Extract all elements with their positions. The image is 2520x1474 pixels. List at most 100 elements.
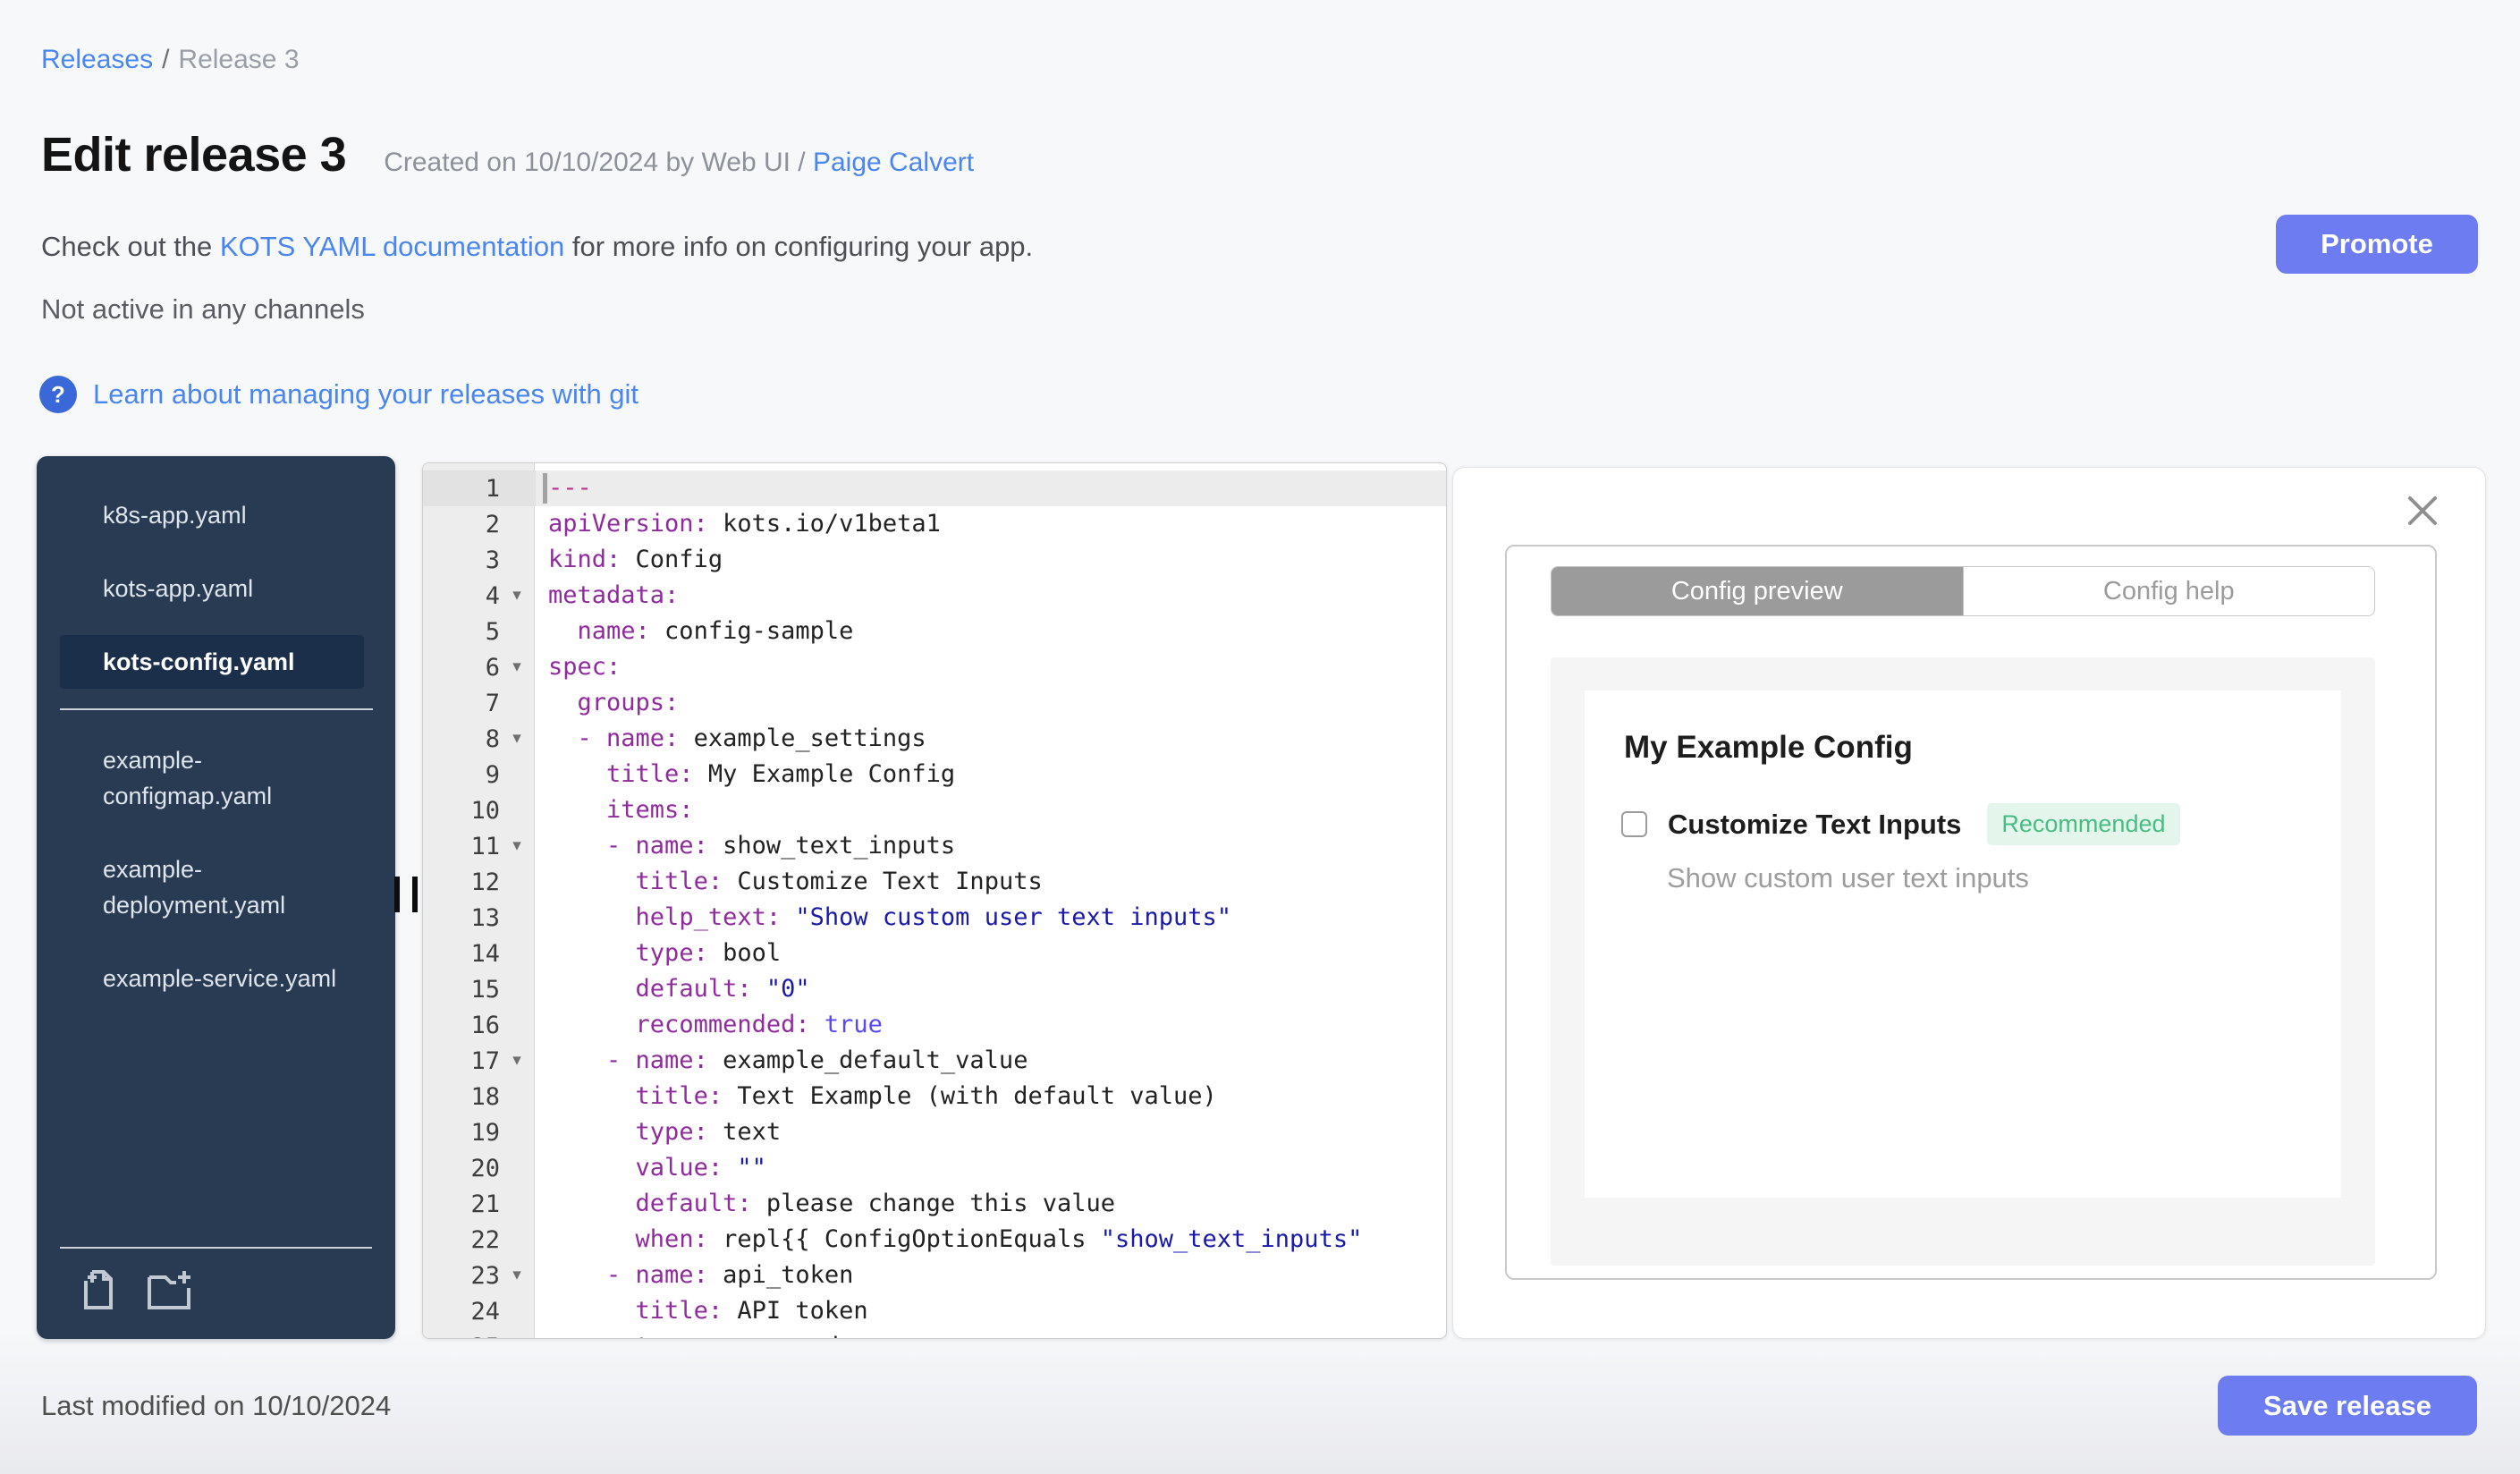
sidebar-file-k8s-app.yaml[interactable]: k8s-app.yaml	[60, 488, 364, 542]
text-cursor	[543, 473, 547, 504]
channel-status: Not active in any channels	[41, 293, 365, 325]
git-help-label: Learn about managing your releases with …	[93, 378, 639, 410]
editor-line-19[interactable]: 19 type: text	[423, 1114, 1446, 1150]
code-text: default: please change this value	[635, 1190, 1115, 1217]
config-item-label: Customize Text Inputs	[1668, 808, 1962, 840]
tab-config-preview[interactable]: Config preview	[1552, 567, 1963, 615]
editor-line-5[interactable]: 5 name: config-sample	[423, 614, 1446, 649]
editor-line-11[interactable]: 11 ▾ - name: show_text_inputs	[423, 828, 1446, 864]
fold-arrow-icon[interactable]: ▾	[500, 1258, 534, 1293]
code-text: - name: example_default_value	[606, 1046, 1028, 1074]
code-text: recommended: true	[635, 1011, 883, 1038]
created-text: Created on 10/10/2024 by Web UI /	[384, 148, 806, 177]
line-number: 6 ▾	[423, 649, 536, 685]
close-icon[interactable]	[2405, 493, 2440, 529]
save-release-button[interactable]: Save release	[2218, 1376, 2477, 1436]
fold-arrow-icon[interactable]: ▾	[500, 828, 534, 864]
add-file-icon[interactable]	[78, 1268, 121, 1316]
breadcrumb-current: Release 3	[178, 45, 300, 74]
editor-line-20[interactable]: 20 value: ""	[423, 1150, 1446, 1186]
sidebar-file-example-service.yaml[interactable]: example-service.yaml	[60, 952, 364, 1005]
editor-line-7[interactable]: 7 groups:	[423, 685, 1446, 721]
editor-line-3[interactable]: 3 kind: Config	[423, 542, 1446, 578]
title-row: Edit release 3 Created on 10/10/2024 by …	[41, 127, 974, 182]
line-number: 8 ▾	[423, 721, 536, 757]
kots-docs-link[interactable]: KOTS YAML documentation	[220, 231, 564, 262]
docs-line: Check out the KOTS YAML documentation fo…	[41, 231, 1033, 263]
sidebar-file-example-deployment.yaml[interactable]: example-deployment.yaml	[60, 843, 364, 932]
sidebar-footer	[37, 1247, 395, 1339]
editor-line-23[interactable]: 23 ▾ - name: api_token	[423, 1258, 1446, 1293]
breadcrumb: Releases / Release 3	[41, 45, 300, 75]
code-text: type: bool	[635, 939, 782, 967]
customize-text-inputs-checkbox[interactable]	[1621, 811, 1647, 837]
config-preview-panel: Config preview Config help My Example Con…	[1452, 467, 2486, 1339]
editor-line-13[interactable]: 13 help_text: "Show custom user text inp…	[423, 900, 1446, 936]
yaml-code-editor[interactable]: 1 --- 2 apiVersion: kots.io/v1beta1 3 kind: C…	[422, 462, 1447, 1339]
config-preview-card: Config preview Config help My Example Con…	[1505, 545, 2437, 1280]
code-text: ---	[536, 470, 1446, 506]
promote-button[interactable]: Promote	[2276, 215, 2478, 274]
breadcrumb-separator: /	[162, 45, 170, 74]
code-text: value: ""	[635, 1154, 766, 1182]
created-author-link[interactable]: Paige Calvert	[813, 148, 974, 177]
config-item-help: Show custom user text inputs	[1667, 862, 2029, 894]
code-text: default: "0"	[635, 975, 810, 1003]
editor-line-22[interactable]: 22 when: repl{{ ConfigOptionEquals "show…	[423, 1222, 1446, 1258]
config-group-title: My Example Config	[1624, 730, 1913, 765]
line-number: 1	[423, 470, 536, 506]
editor-line-8[interactable]: 8 ▾ - name: example_settings	[423, 721, 1446, 757]
editor-line-15[interactable]: 15 default: "0"	[423, 971, 1446, 1007]
editor-line-9[interactable]: 9 title: My Example Config	[423, 757, 1446, 792]
docs-prefix: Check out the	[41, 231, 220, 262]
editor-line-10[interactable]: 10 items:	[423, 792, 1446, 828]
editor-line-1[interactable]: 1 ---	[423, 470, 1446, 506]
code-text: title: Customize Text Inputs	[635, 868, 1043, 895]
editor-line-12[interactable]: 12 title: Customize Text Inputs	[423, 864, 1446, 900]
sidebar-file-example-configmap.yaml[interactable]: example-configmap.yaml	[60, 733, 364, 823]
sidebar-resize-handle[interactable]	[394, 877, 421, 912]
editor-line-25[interactable]: 25 type: password	[423, 1329, 1446, 1339]
line-number: 23 ▾	[423, 1258, 536, 1293]
editor-line-17[interactable]: 17 ▾ - name: example_default_value	[423, 1043, 1446, 1079]
last-modified-text: Last modified on 10/10/2024	[41, 1390, 392, 1421]
page-title: Edit release 3	[41, 128, 347, 182]
code-text: title: My Example Config	[606, 760, 956, 788]
breadcrumb-releases-link[interactable]: Releases	[41, 45, 153, 74]
created-info: Created on 10/10/2024 by Web UI / Paige …	[384, 148, 974, 178]
editor-line-18[interactable]: 18 title: Text Example (with default val…	[423, 1079, 1446, 1114]
fold-arrow-icon[interactable]: ▾	[500, 649, 534, 685]
git-help-link[interactable]: ? Learn about managing your releases wit…	[39, 376, 638, 413]
fold-arrow-icon[interactable]: ▾	[500, 721, 534, 757]
sidebar-file-kots-config.yaml[interactable]: kots-config.yaml	[60, 635, 364, 689]
code-text: - name: show_text_inputs	[606, 832, 956, 860]
line-number: 12	[470, 868, 500, 896]
sidebar-divider	[60, 708, 373, 710]
fold-arrow-icon[interactable]: ▾	[500, 578, 534, 614]
code-text: kind: Config	[548, 546, 723, 573]
line-number: 15	[470, 975, 500, 1004]
editor-line-21[interactable]: 21 default: please change this value	[423, 1186, 1446, 1222]
fold-arrow-icon[interactable]: ▾	[500, 1043, 534, 1079]
line-number: 22	[470, 1225, 500, 1254]
editor-line-24[interactable]: 24 title: API token	[423, 1293, 1446, 1329]
editor-line-4[interactable]: 4 ▾ metadata:	[423, 578, 1446, 614]
add-folder-icon[interactable]	[146, 1268, 194, 1316]
code-text: groups:	[577, 689, 680, 716]
line-number: 7	[485, 689, 500, 717]
sidebar-footer-divider	[60, 1247, 372, 1249]
line-number: 5	[485, 617, 500, 646]
code-text: type: text	[635, 1118, 782, 1146]
editor-line-14[interactable]: 14 type: bool	[423, 936, 1446, 971]
editor-line-2[interactable]: 2 apiVersion: kots.io/v1beta1	[423, 506, 1446, 542]
editor-line-6[interactable]: 6 ▾ spec:	[423, 649, 1446, 685]
editor-line-16[interactable]: 16 recommended: true	[423, 1007, 1446, 1043]
line-number: 2	[485, 510, 500, 538]
line-number: 25	[423, 1329, 536, 1339]
sidebar-file-kots-app.yaml[interactable]: kots-app.yaml	[60, 562, 364, 615]
config-tabs: Config preview Config help	[1551, 566, 2375, 616]
page: Releases / Release 3 Edit release 3 Create…	[0, 0, 2520, 1474]
tab-config-help[interactable]: Config help	[1962, 567, 2374, 615]
line-number: 19	[470, 1118, 500, 1147]
line-number: 10	[470, 796, 500, 825]
